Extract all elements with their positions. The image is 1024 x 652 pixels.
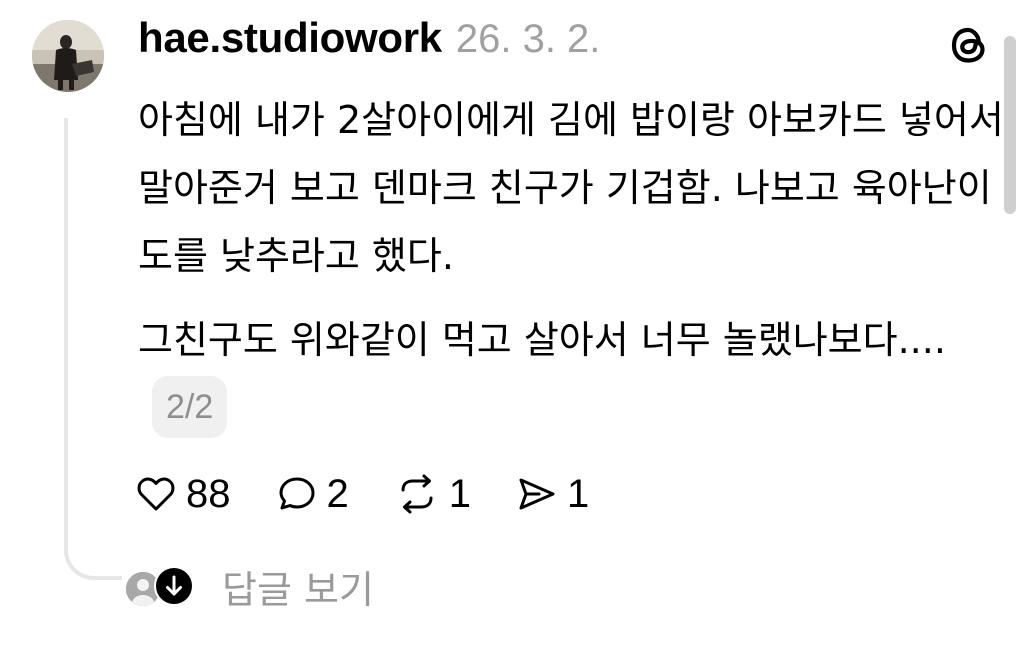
send-icon: [519, 478, 555, 510]
repost-count: 1: [448, 471, 471, 516]
post-header: hae.studiowork 26. 3. 2.: [138, 14, 600, 74]
avatar-photo: [32, 20, 104, 92]
view-replies-button[interactable]: 답글 보기: [124, 560, 374, 612]
post-paragraph-2-text: 그친구도 위와같이 먹고 살아서 너무 놀랬나보다....: [138, 318, 946, 362]
timestamp: 26. 3. 2.: [455, 17, 601, 61]
thread-pager-badge: 2/2: [152, 375, 228, 438]
avatar[interactable]: [32, 20, 104, 92]
scrollbar[interactable]: [1004, 36, 1016, 214]
post-paragraph-2: 그친구도 위와같이 먹고 살아서 너무 놀랬나보다.... 2/2: [138, 306, 1008, 442]
repost-button[interactable]: 1: [393, 472, 471, 517]
heart-icon: [137, 477, 175, 511]
username[interactable]: hae.studiowork: [138, 14, 442, 62]
comment-count: 2: [326, 471, 349, 516]
action-bar: 88 2 1 1: [134, 466, 633, 522]
share-button[interactable]: 1: [515, 472, 589, 517]
reply-avatars: [124, 566, 196, 608]
arrow-down-icon: [166, 575, 182, 596]
like-count: 88: [186, 471, 231, 516]
thread-line: [64, 118, 122, 580]
expand-replies-badge: [154, 566, 194, 606]
share-count: 1: [567, 471, 590, 516]
post-paragraph-1: 아침에 내가 2살아이에게 김에 밥이랑 아보카드 넣어서 말아준거 보고 덴마…: [138, 98, 1004, 278]
threads-logo-icon[interactable]: [946, 22, 992, 68]
repost-icon: [401, 474, 433, 514]
view-replies-label: 답글 보기: [222, 567, 374, 612]
like-button[interactable]: 88: [134, 472, 231, 517]
comment-bubble-icon: [279, 477, 314, 510]
post-body: 아침에 내가 2살아이에게 김에 밥이랑 아보카드 넣어서 말아준거 보고 덴마…: [138, 86, 1008, 442]
comment-button[interactable]: 2: [275, 472, 349, 517]
